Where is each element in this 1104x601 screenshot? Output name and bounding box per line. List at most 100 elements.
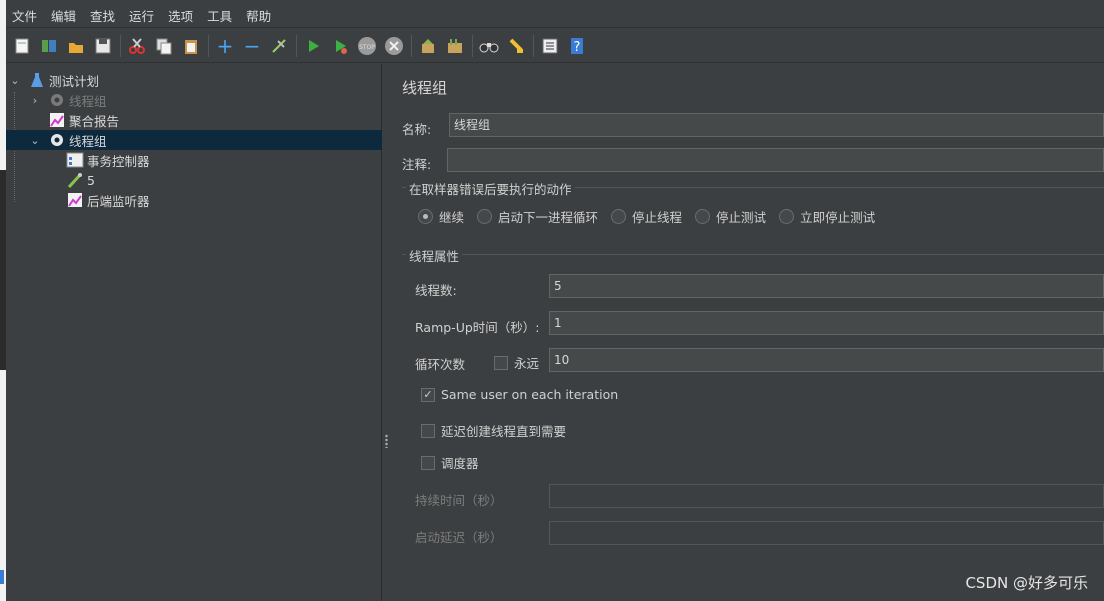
- menu-tools[interactable]: 工具: [201, 6, 238, 28]
- radio-label: 立即停止测试: [800, 210, 876, 225]
- name-field[interactable]: 线程组: [449, 113, 1104, 137]
- chevron-down-icon[interactable]: ⌄: [8, 74, 22, 87]
- radio-label: 启动下一进程循环: [498, 210, 599, 225]
- test-plan-tree: ⌄ 测试计划 › 线程组 聚合报告 ⌄ 线程组 事务控制器 5 后端监听器: [6, 64, 382, 601]
- chevron-right-icon[interactable]: ›: [28, 94, 42, 107]
- shutdown-icon[interactable]: [382, 34, 406, 58]
- group-divider: [402, 254, 1104, 255]
- clear-icon[interactable]: [416, 34, 440, 58]
- toolbar-separator: [472, 34, 473, 57]
- svg-text:STOP: STOP: [359, 44, 375, 51]
- backend-listener-icon: [66, 192, 84, 208]
- tree-item-label: 聚合报告: [69, 113, 120, 129]
- same-user-checkbox[interactable]: ✓ Same user on each iteration: [421, 387, 618, 402]
- reset-search-icon[interactable]: [504, 34, 528, 58]
- threads-field[interactable]: 5: [549, 274, 1104, 298]
- toolbar: + − STOP ?: [6, 29, 1104, 63]
- error-action-group-title: 在取样器错误后要执行的动作: [406, 179, 575, 198]
- tree-item-thread-group[interactable]: ⌄ 线程组: [6, 130, 382, 150]
- tree-item-test-plan[interactable]: ⌄ 测试计划: [6, 70, 382, 90]
- start-icon[interactable]: [301, 34, 325, 58]
- menu-help[interactable]: 帮助: [240, 6, 277, 28]
- thread-group-icon: [48, 132, 66, 148]
- radio-dot[interactable]: [418, 209, 433, 224]
- jmeter-window: 文件 编辑 查找 运行 选项 工具 帮助 + − STOP ? ⌄ 测试计划 ›…: [6, 6, 1104, 601]
- toggle-icon[interactable]: [267, 34, 291, 58]
- stop-icon[interactable]: STOP: [355, 34, 379, 58]
- loop-count-field[interactable]: 10: [549, 348, 1104, 372]
- transaction-controller-icon: [66, 152, 84, 168]
- clear-all-icon[interactable]: [443, 34, 467, 58]
- forever-checkbox[interactable]: 永远: [494, 353, 539, 372]
- tree-item-label: 后端监听器: [87, 193, 150, 209]
- checkbox-label: Same user on each iteration: [441, 387, 619, 402]
- tree-item-transaction-controller[interactable]: 事务控制器: [6, 150, 382, 170]
- thread-group-panel: 线程组 名称: 线程组 注释: 在取样器错误后要执行的动作 继续 启动下一进程循…: [391, 64, 1104, 601]
- radio-dot[interactable]: [477, 209, 493, 224]
- scheduler-checkbox[interactable]: 调度器: [421, 453, 479, 472]
- panel-splitter[interactable]: [383, 64, 390, 601]
- radio-stop-test-now[interactable]: 立即停止测试: [779, 207, 875, 226]
- desktop-edge-accent: [0, 570, 4, 584]
- duration-field[interactable]: [549, 484, 1104, 508]
- radio-dot[interactable]: [611, 209, 627, 224]
- toolbar-separator: [296, 34, 297, 57]
- open-icon[interactable]: [64, 34, 88, 58]
- checkbox-label: 永远: [514, 356, 540, 371]
- thread-group-icon: [48, 92, 66, 108]
- radio-start-next-loop[interactable]: 启动下一进程循环: [477, 207, 598, 226]
- radio-dot[interactable]: [779, 209, 795, 224]
- delay-create-checkbox[interactable]: 延迟创建线程直到需要: [421, 421, 566, 440]
- tree-item-label: 线程组: [69, 93, 107, 109]
- copy-icon[interactable]: [152, 34, 176, 58]
- splitter-grip-icon[interactable]: [385, 434, 388, 448]
- radio-stop-test[interactable]: 停止测试: [695, 207, 766, 226]
- collapse-icon[interactable]: −: [240, 34, 264, 58]
- menu-run[interactable]: 运行: [123, 6, 160, 28]
- cut-icon[interactable]: [125, 34, 149, 58]
- tree-item-backend-listener[interactable]: 后端监听器: [6, 190, 382, 210]
- radio-dot[interactable]: [695, 209, 711, 224]
- search-icon[interactable]: [477, 34, 501, 58]
- rampup-field[interactable]: 1: [549, 311, 1104, 335]
- toolbar-separator: [533, 34, 534, 57]
- help-icon[interactable]: ?: [565, 34, 589, 58]
- loop-count-label: 循环次数: [415, 357, 466, 372]
- aggregate-report-icon: [48, 112, 66, 128]
- save-icon[interactable]: [91, 34, 115, 58]
- tree-item-sampler[interactable]: 5: [6, 170, 382, 190]
- paste-icon[interactable]: [179, 34, 203, 58]
- checkbox-box[interactable]: [421, 455, 435, 470]
- expand-icon[interactable]: +: [213, 34, 237, 58]
- test-plan-icon: [28, 72, 46, 88]
- tree-item-label: 5: [87, 172, 95, 188]
- checkmark-icon[interactable]: ✓: [421, 387, 435, 402]
- menu-file[interactable]: 文件: [6, 6, 43, 28]
- startup-delay-field[interactable]: [549, 521, 1104, 545]
- radio-stop-thread[interactable]: 停止线程: [611, 207, 682, 226]
- tree-item-label: 线程组: [69, 133, 107, 149]
- toolbar-separator: [120, 34, 121, 57]
- tree-item-aggregate-report[interactable]: 聚合报告: [6, 110, 382, 130]
- page-title: 线程组: [402, 79, 448, 97]
- menu-options[interactable]: 选项: [162, 6, 199, 28]
- svg-text:?: ?: [574, 40, 581, 55]
- menu-search[interactable]: 查找: [84, 6, 121, 28]
- checkbox-box[interactable]: [494, 355, 508, 370]
- radio-label: 停止线程: [632, 210, 683, 225]
- radio-continue[interactable]: 继续: [418, 207, 464, 226]
- tree-item-label: 事务控制器: [87, 153, 150, 169]
- chevron-down-icon[interactable]: ⌄: [28, 134, 42, 147]
- tree-item-thread-group-disabled[interactable]: › 线程组: [6, 90, 382, 110]
- start-no-pause-icon[interactable]: [328, 34, 352, 58]
- rampup-label: Ramp-Up时间（秒）:: [415, 320, 540, 335]
- checkbox-box[interactable]: [421, 423, 435, 438]
- tree-item-label: 测试计划: [49, 73, 100, 89]
- comment-field[interactable]: [447, 148, 1104, 172]
- name-label: 名称:: [402, 122, 432, 137]
- new-icon[interactable]: [10, 34, 34, 58]
- comment-label: 注释:: [402, 157, 432, 172]
- menu-edit[interactable]: 编辑: [45, 6, 82, 28]
- function-helper-icon[interactable]: [538, 34, 562, 58]
- templates-icon[interactable]: [37, 34, 61, 58]
